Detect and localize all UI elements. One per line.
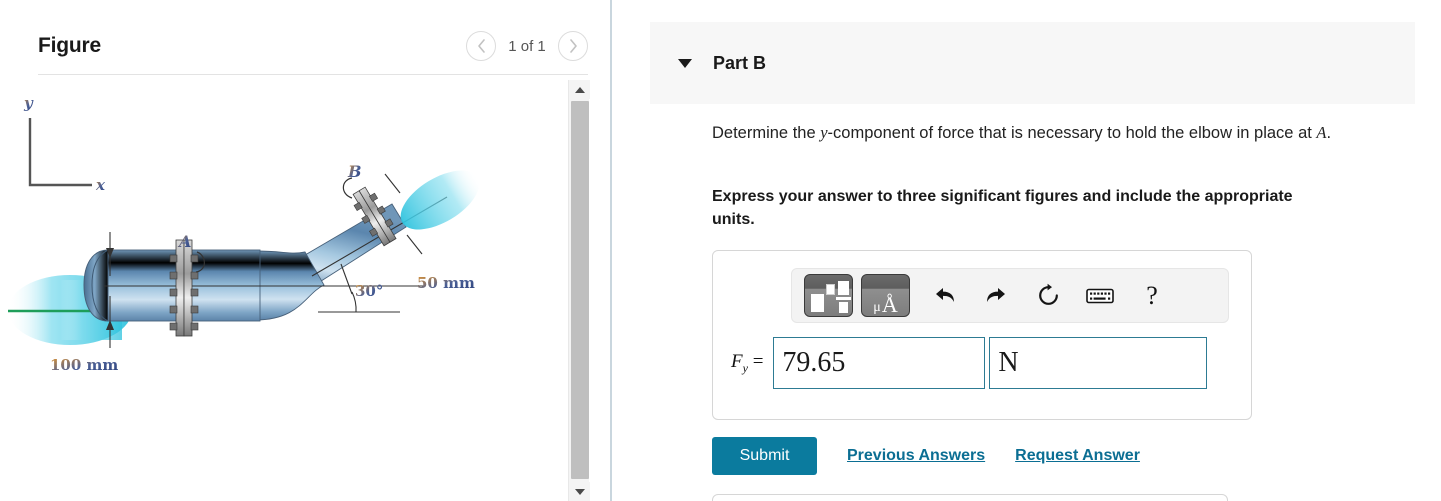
- figure-page-count: 1 of 1: [508, 37, 546, 55]
- math-template-icon[interactable]: [804, 274, 853, 317]
- answer-subscript: y: [742, 360, 748, 375]
- prompt-text-2: -component of force that is necessary to…: [827, 124, 1317, 142]
- answer-variable-label: Fy =: [731, 351, 763, 376]
- prompt-period: .: [1326, 124, 1332, 142]
- redo-icon[interactable]: [970, 276, 1022, 316]
- page-title: Figure: [38, 34, 101, 57]
- answer-symbol: F: [731, 350, 743, 372]
- page-root: Figure 1 of 1 y x A B 100 mm 50 mm 30° P…: [0, 0, 1441, 501]
- svg-text:x: x: [95, 176, 106, 194]
- triangle-up-icon: [574, 86, 585, 93]
- part-header[interactable]: Part B: [650, 22, 1415, 104]
- part-title: Part B: [713, 52, 767, 73]
- math-toolbar: μÅ ?: [791, 268, 1229, 323]
- triangle-down-icon: [574, 488, 585, 495]
- answer-value-input[interactable]: 79.65: [773, 337, 986, 389]
- problem-panel: Part B Determine the y-component of forc…: [612, 0, 1441, 501]
- scrollbar-thumb[interactable]: [571, 101, 589, 479]
- answer-instruction: Express your answer to three significant…: [712, 188, 1293, 228]
- keyboard-icon[interactable]: [1074, 276, 1126, 316]
- answer-unit-text: N: [998, 347, 1019, 378]
- angle-label: 30°: [355, 282, 383, 300]
- figure-scrollbar[interactable]: [568, 80, 590, 501]
- previous-answers-link[interactable]: Previous Answers: [847, 447, 985, 465]
- figure-panel: Figure 1 of 1 y x A B 100 mm 50 mm 30°: [0, 0, 610, 501]
- answer-equals: =: [752, 350, 764, 372]
- prev-figure-button[interactable]: [466, 31, 496, 61]
- request-answer-link[interactable]: Request Answer: [1015, 447, 1140, 465]
- next-figure-button[interactable]: [558, 31, 588, 61]
- action-bar: Submit Previous Answers Request Answer: [712, 437, 1140, 475]
- axis-indicator: y x: [23, 94, 106, 194]
- pipe-elbow-diagram: y x A B 100 mm 50 mm 30°: [8, 94, 480, 374]
- feedback-box: [712, 494, 1228, 501]
- outlet-fluid: [400, 170, 480, 230]
- help-question-icon[interactable]: ?: [1126, 276, 1178, 316]
- prompt-point: A: [1316, 123, 1327, 142]
- submit-button[interactable]: Submit: [712, 437, 817, 475]
- svg-text:y: y: [23, 94, 34, 112]
- figure-header: Figure 1 of 1: [38, 22, 588, 70]
- answer-entry-box: μÅ ? Fy = 79.65 N: [712, 250, 1252, 420]
- chevron-right-icon: [569, 39, 578, 53]
- prompt-variable: y: [820, 123, 828, 142]
- answer-row: Fy = 79.65 N: [731, 337, 1208, 389]
- answer-unit-input[interactable]: N: [989, 337, 1208, 389]
- caret-down-icon[interactable]: [678, 58, 692, 68]
- reset-icon[interactable]: [1022, 276, 1074, 316]
- prompt-text-1: Determine the: [712, 124, 821, 142]
- figure-scroll-area: y x A B 100 mm 50 mm 30°: [0, 80, 610, 501]
- outlet-dimension-label: 50 mm: [417, 274, 475, 292]
- problem-prompt: Determine the y-component of force that …: [712, 121, 1417, 145]
- scroll-up-button[interactable]: [569, 80, 590, 99]
- answer-value-text: 79.65: [782, 347, 846, 378]
- chevron-left-icon: [477, 39, 486, 53]
- label-b-leader: [342, 177, 353, 199]
- point-b-label: B: [347, 162, 362, 181]
- point-a-label: A: [177, 232, 191, 251]
- units-mu-angstrom-icon[interactable]: μÅ: [861, 274, 910, 317]
- inlet-dimension-label: 100 mm: [50, 356, 118, 374]
- header-divider: [38, 74, 588, 75]
- scroll-down-button[interactable]: [569, 482, 590, 501]
- undo-icon[interactable]: [918, 276, 970, 316]
- figure-pagination: 1 of 1: [466, 31, 588, 61]
